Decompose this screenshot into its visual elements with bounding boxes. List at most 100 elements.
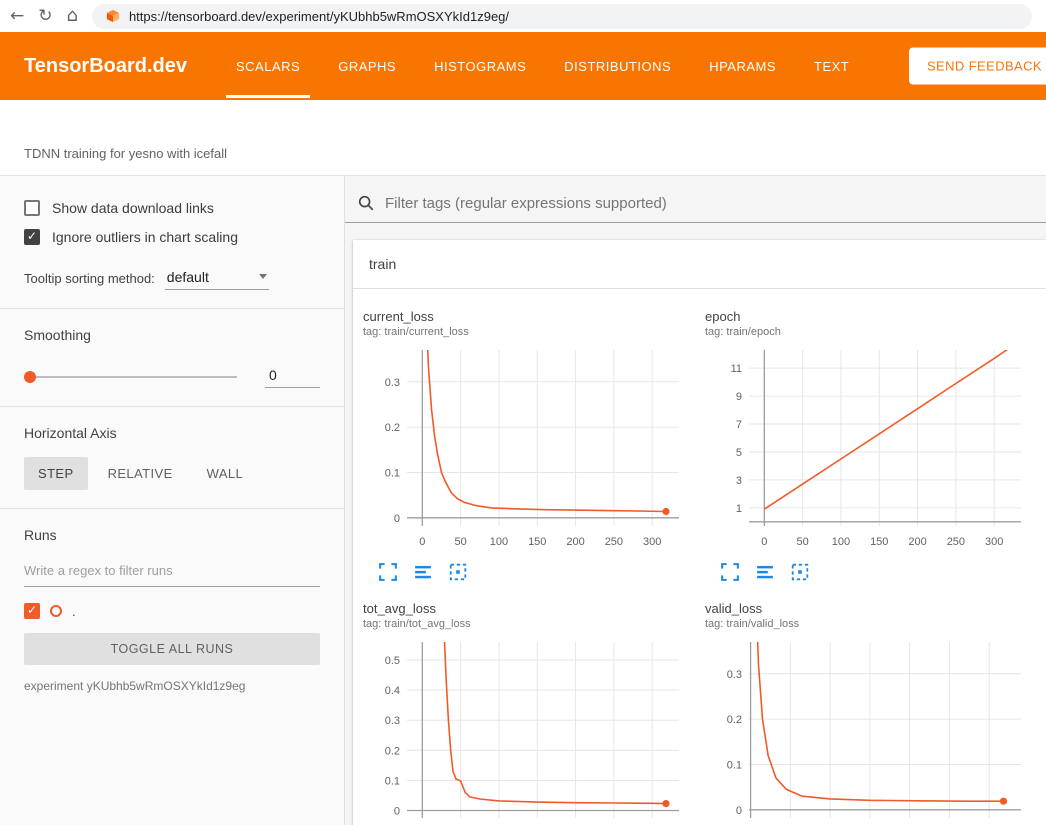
run-color-swatch bbox=[50, 605, 62, 617]
line-chart[interactable]: 5010015020025030000.10.20.3 bbox=[705, 634, 1039, 825]
search-icon bbox=[357, 194, 375, 212]
show-download-links-label: Show data download links bbox=[52, 200, 214, 216]
experiment-subheader: TDNN training for yesno with icefall bbox=[0, 100, 1046, 176]
svg-text:300: 300 bbox=[643, 536, 661, 548]
svg-text:0.3: 0.3 bbox=[385, 377, 400, 389]
fit-domain-icon[interactable] bbox=[449, 563, 467, 581]
svg-text:200: 200 bbox=[908, 536, 926, 548]
tensorboard-favicon bbox=[106, 9, 120, 23]
tooltip-sorting-dropdown[interactable]: default bbox=[165, 267, 269, 290]
tab-histograms[interactable]: HISTOGRAMS bbox=[415, 32, 545, 100]
svg-text:7: 7 bbox=[736, 419, 742, 431]
experiment-note: experiment yKUbhb5wRmOSXYkId1z9eg bbox=[24, 679, 320, 693]
svg-text:0: 0 bbox=[761, 536, 767, 548]
svg-text:0.2: 0.2 bbox=[385, 422, 400, 434]
tag-filter-bar bbox=[345, 176, 1046, 223]
svg-text:300: 300 bbox=[985, 536, 1003, 548]
svg-text:250: 250 bbox=[605, 536, 623, 548]
send-feedback-button[interactable]: SEND FEEDBACK bbox=[909, 48, 1046, 85]
chart-title: current_loss bbox=[363, 309, 697, 324]
ignore-outliers-label: Ignore outliers in chart scaling bbox=[52, 229, 238, 245]
svg-text:11: 11 bbox=[731, 363, 742, 375]
ignore-outliers-checkbox[interactable] bbox=[24, 229, 40, 245]
svg-text:0.1: 0.1 bbox=[385, 775, 400, 787]
svg-text:0.1: 0.1 bbox=[727, 759, 742, 771]
chart-card-tot-avg-loss: tot_avg_loss tag: train/tot_avg_loss 050… bbox=[355, 589, 697, 825]
line-chart[interactable]: 05010015020025030000.10.20.30.40.5 bbox=[363, 634, 697, 825]
home-icon[interactable] bbox=[67, 7, 78, 25]
run-checkbox[interactable] bbox=[24, 603, 40, 619]
svg-text:250: 250 bbox=[947, 536, 965, 548]
app-header: TensorBoard.dev SCALARS GRAPHS HISTOGRAM… bbox=[0, 32, 1046, 100]
toggle-y-axis-icon[interactable] bbox=[756, 563, 774, 581]
tab-graphs[interactable]: GRAPHS bbox=[319, 32, 415, 100]
axis-wall-button[interactable]: WALL bbox=[193, 457, 258, 490]
chart-title: valid_loss bbox=[705, 601, 1039, 616]
ignore-outliers-row[interactable]: Ignore outliers in chart scaling bbox=[24, 229, 320, 245]
group-header-train[interactable]: train bbox=[353, 240, 1046, 289]
chart-title: epoch bbox=[705, 309, 1039, 324]
tab-hparams[interactable]: HPARAMS bbox=[690, 32, 795, 100]
fit-domain-icon[interactable] bbox=[791, 563, 809, 581]
svg-text:50: 50 bbox=[797, 536, 809, 548]
svg-text:150: 150 bbox=[528, 536, 546, 548]
smoothing-slider[interactable] bbox=[24, 376, 237, 378]
runs-label: Runs bbox=[24, 527, 320, 543]
browser-toolbar: https://tensorboard.dev/experiment/yKUbh… bbox=[0, 0, 1046, 32]
train-card: train current_loss tag: train/current_lo… bbox=[353, 240, 1046, 825]
svg-text:5: 5 bbox=[736, 447, 742, 459]
toggle-y-axis-icon[interactable] bbox=[414, 563, 432, 581]
toggle-all-runs-button[interactable]: TOGGLE ALL RUNS bbox=[24, 633, 320, 665]
svg-text:9: 9 bbox=[736, 391, 742, 403]
svg-text:0: 0 bbox=[394, 805, 400, 817]
chart-title: tot_avg_loss bbox=[363, 601, 697, 616]
axis-relative-button[interactable]: RELATIVE bbox=[94, 457, 187, 490]
line-chart[interactable]: 0501001502002503001357911 bbox=[705, 342, 1039, 559]
reload-icon[interactable] bbox=[38, 8, 52, 25]
back-icon[interactable] bbox=[10, 8, 24, 25]
show-download-links-checkbox[interactable] bbox=[24, 200, 40, 216]
svg-text:0.3: 0.3 bbox=[385, 715, 400, 727]
horizontal-axis-label: Horizontal Axis bbox=[24, 425, 320, 441]
address-bar[interactable]: https://tensorboard.dev/experiment/yKUbh… bbox=[92, 4, 1032, 29]
svg-text:0.1: 0.1 bbox=[385, 467, 400, 479]
svg-text:150: 150 bbox=[870, 536, 888, 548]
line-chart[interactable]: 05010015020025030000.10.20.3 bbox=[363, 342, 697, 559]
tag-filter-input[interactable] bbox=[385, 195, 1042, 212]
runs-filter-input[interactable] bbox=[24, 557, 320, 587]
svg-text:3: 3 bbox=[736, 475, 742, 487]
svg-text:0: 0 bbox=[394, 513, 400, 525]
chart-tag: tag: train/valid_loss bbox=[705, 618, 1039, 630]
run-row[interactable]: . bbox=[24, 603, 320, 619]
smoothing-label: Smoothing bbox=[24, 327, 320, 343]
svg-text:0.3: 0.3 bbox=[727, 669, 742, 681]
settings-sidebar: Show data download links Ignore outliers… bbox=[0, 176, 345, 825]
smoothing-value-input[interactable] bbox=[265, 365, 320, 388]
app-logo: TensorBoard.dev bbox=[24, 55, 187, 78]
svg-text:0: 0 bbox=[736, 805, 742, 817]
svg-text:200: 200 bbox=[566, 536, 584, 548]
svg-text:0.5: 0.5 bbox=[385, 655, 400, 667]
tab-distributions[interactable]: DISTRIBUTIONS bbox=[545, 32, 690, 100]
smoothing-slider-thumb[interactable] bbox=[24, 371, 36, 383]
nav-tabs: SCALARS GRAPHS HISTOGRAMS DISTRIBUTIONS … bbox=[217, 32, 868, 100]
show-download-links-row[interactable]: Show data download links bbox=[24, 200, 320, 216]
chart-card-valid-loss: valid_loss tag: train/valid_loss 5010015… bbox=[697, 589, 1039, 825]
tab-scalars[interactable]: SCALARS bbox=[217, 32, 319, 100]
axis-step-button[interactable]: STEP bbox=[24, 457, 88, 490]
divider bbox=[0, 308, 344, 309]
tooltip-sorting-label: Tooltip sorting method: bbox=[24, 271, 155, 290]
divider bbox=[0, 406, 344, 407]
divider bbox=[0, 508, 344, 509]
tab-text[interactable]: TEXT bbox=[795, 32, 868, 100]
run-name: . bbox=[72, 604, 76, 619]
expand-chart-icon[interactable] bbox=[721, 563, 739, 581]
svg-text:0.4: 0.4 bbox=[385, 685, 400, 697]
svg-text:100: 100 bbox=[490, 536, 508, 548]
chart-card-current-loss: current_loss tag: train/current_loss 050… bbox=[355, 297, 697, 589]
chart-tag: tag: train/tot_avg_loss bbox=[363, 618, 697, 630]
svg-text:0.2: 0.2 bbox=[727, 714, 742, 726]
main-panel: train current_loss tag: train/current_lo… bbox=[345, 176, 1046, 825]
expand-chart-icon[interactable] bbox=[379, 563, 397, 581]
url-text: https://tensorboard.dev/experiment/yKUbh… bbox=[129, 9, 509, 24]
